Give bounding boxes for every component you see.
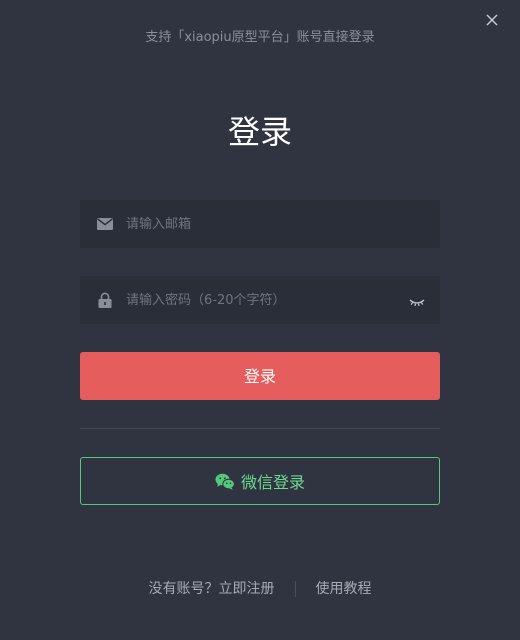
envelope-icon xyxy=(97,216,113,232)
password-input[interactable] xyxy=(126,276,396,324)
wechat-icon xyxy=(215,473,235,490)
password-field[interactable] xyxy=(80,276,440,324)
register-link[interactable]: 没有账号？立即注册 xyxy=(149,580,275,598)
footer-separator xyxy=(294,581,296,597)
divider xyxy=(80,428,440,429)
lock-icon xyxy=(97,292,113,308)
login-button[interactable]: 登录 xyxy=(80,352,440,400)
login-subtitle: 支持「xiaopiu原型平台」账号直接登录 xyxy=(145,30,375,45)
email-field[interactable] xyxy=(80,200,440,248)
login-dialog: 支持「xiaopiu原型平台」账号直接登录 登录 请输入邮箱 登录 微信登录 没… xyxy=(0,0,520,640)
wechat-login-label: 微信登录 xyxy=(240,473,305,492)
tutorial-link[interactable]: 使用教程 xyxy=(316,580,372,598)
email-input[interactable] xyxy=(126,200,396,248)
close-icon[interactable] xyxy=(484,12,500,28)
footer-links: 没有账号？立即注册 使用教程 xyxy=(0,580,520,598)
wechat-login-button[interactable]: 微信登录 xyxy=(80,457,440,505)
eye-closed-icon[interactable] xyxy=(409,294,425,307)
page-title: 登录 xyxy=(227,113,292,151)
